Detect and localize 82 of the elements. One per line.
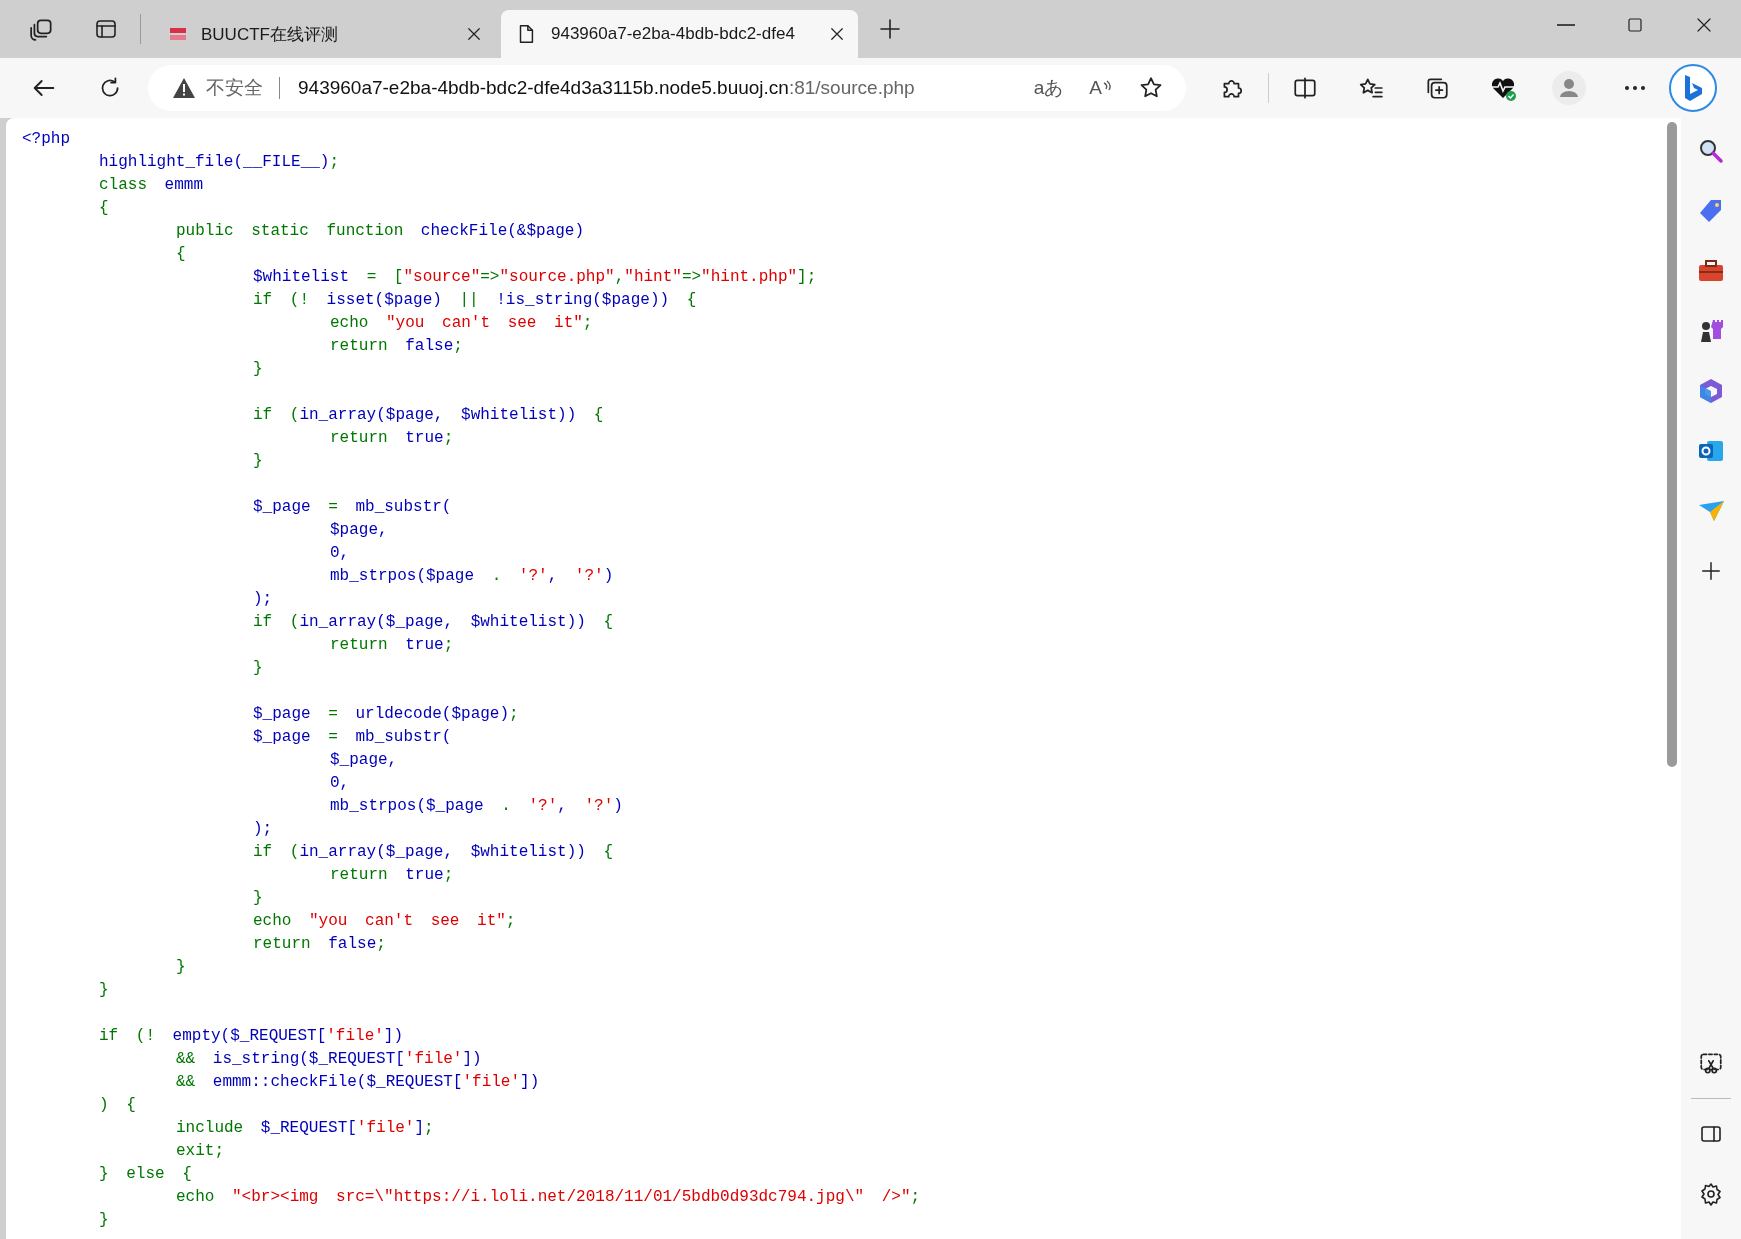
- plus-icon: [1700, 560, 1722, 582]
- code-line: }: [252, 888, 264, 909]
- code-line: return true;: [329, 865, 455, 886]
- paper-plane-icon: [1697, 499, 1725, 523]
- split-screen-icon: [1292, 75, 1318, 101]
- code-line: 0,: [329, 543, 351, 564]
- code-line: && emmm::checkFile($_REQUEST['file']): [175, 1072, 541, 1093]
- code-line: return false;: [329, 336, 464, 357]
- code-line: highlight_file(__FILE__);: [98, 152, 341, 173]
- close-icon: [465, 25, 483, 43]
- plus-icon: [878, 17, 902, 41]
- code-line: }: [98, 980, 110, 1001]
- browser-tab[interactable]: BUUCTF在线评测: [155, 10, 495, 58]
- browser-tab[interactable]: 943960a7-e2ba-4bdb-bdc2-dfe4: [501, 10, 858, 58]
- code-line: $_page = mb_substr(: [252, 497, 453, 518]
- code-line: }: [252, 451, 264, 472]
- more-dots-icon: [1624, 85, 1646, 91]
- code-line: echo "you can't see it";: [252, 911, 517, 932]
- code-line: {: [175, 244, 187, 265]
- code-line: );: [252, 819, 274, 840]
- tab-title: BUUCTF在线评测: [201, 23, 339, 46]
- close-icon: [1695, 16, 1713, 34]
- maximize-icon: [1626, 16, 1644, 34]
- tab-title: 943960a7-e2ba-4bdb-bdc2-dfe4: [551, 24, 796, 44]
- toolbox-icon: [1697, 258, 1725, 284]
- copilot-button[interactable]: [1669, 64, 1717, 112]
- search-icon: [1698, 138, 1724, 164]
- url-text: 943960a7-e2ba-4bdb-bdc2-dfe4d3a3115b.node5.buuoj.cn:81/source.php: [298, 77, 916, 99]
- scrollbar-thumb[interactable]: [1667, 122, 1677, 767]
- translate-button[interactable]: aあ: [1033, 71, 1064, 105]
- code-line: if (! isset($page) || !is_string($page)) {: [252, 290, 698, 311]
- security-label: 不安全: [206, 76, 263, 100]
- code-line: }: [98, 1210, 110, 1231]
- code-line: $_page,: [329, 750, 399, 771]
- code-line: $_page = mb_substr(: [252, 727, 453, 748]
- code-line: if (! empty($_REQUEST['file']): [98, 1026, 405, 1047]
- site-favicon-icon: [169, 27, 187, 41]
- code-line: && is_string($_REQUEST['file']): [175, 1049, 483, 1070]
- hexagon-logo-icon: [1697, 377, 1725, 405]
- code-line: {: [98, 198, 110, 219]
- code-line: $whitelist = ["source"=>"source.php","hint"=>"hint.php"];: [252, 267, 818, 288]
- code-line: public static function checkFile(&$page): [175, 221, 586, 242]
- new-tab-button[interactable]: [878, 17, 902, 41]
- scissors-selection-icon: [1698, 1050, 1724, 1076]
- stacked-squares-icon: [29, 16, 55, 42]
- settings-icon: [1699, 1182, 1723, 1206]
- code-line: if (in_array($_page, $whitelist)) {: [252, 842, 615, 863]
- collections-icon: [1424, 75, 1450, 101]
- code-line: if (in_array($_page, $whitelist)) {: [252, 612, 615, 633]
- sidebar-layout-icon: [94, 17, 118, 41]
- code-line: ) {: [98, 1095, 137, 1116]
- code-line: } else {: [98, 1164, 193, 1185]
- code-line: <?php: [22, 129, 71, 150]
- close-tab-button[interactable]: [828, 25, 846, 43]
- code-line: return true;: [329, 635, 455, 656]
- code-line: mb_strpos($_page . '?', '?'): [329, 796, 624, 817]
- code-line: return false;: [252, 934, 387, 955]
- code-line: if (in_array($page, $whitelist)) {: [252, 405, 605, 426]
- avatar-silhouette-icon: [1552, 71, 1586, 105]
- code-line: }: [252, 658, 264, 679]
- code-line: class emmm: [98, 175, 204, 196]
- code-line: return true;: [329, 428, 455, 449]
- b-logo-icon: [1682, 73, 1704, 103]
- code-line: $page,: [329, 520, 389, 541]
- code-line: );: [252, 589, 274, 610]
- close-icon: [828, 25, 846, 43]
- code-line: echo "<br><img src=\"https://i.loli.net/2018/11/01/5bdb0d93dc794.jpg\" />";: [175, 1187, 922, 1208]
- address-bar[interactable]: 不安全 943960a7-e2ba-4bdb-bdc2-dfe4d3a3115b.node5.buuoj.cn:81/source.php aあ A: [148, 65, 1186, 111]
- code-line: }: [175, 957, 187, 978]
- code-line: echo "you can't see it";: [329, 313, 594, 334]
- profile-button[interactable]: [1549, 68, 1589, 108]
- warning-icon: [172, 77, 196, 99]
- code-line: 0,: [329, 773, 351, 794]
- code-line: mb_strpos($page . '?', '?'): [329, 566, 615, 587]
- star-list-icon: [1358, 75, 1384, 101]
- code-line: $_page = urldecode($page);: [252, 704, 520, 725]
- code-line: }: [252, 359, 264, 380]
- close-tab-button[interactable]: [465, 25, 483, 43]
- code-line: exit;: [175, 1141, 225, 1162]
- code-line: include $_REQUEST['file'];: [175, 1118, 435, 1139]
- read-aloud-button[interactable]: A: [1089, 71, 1112, 105]
- minimize-icon: [1557, 24, 1575, 26]
